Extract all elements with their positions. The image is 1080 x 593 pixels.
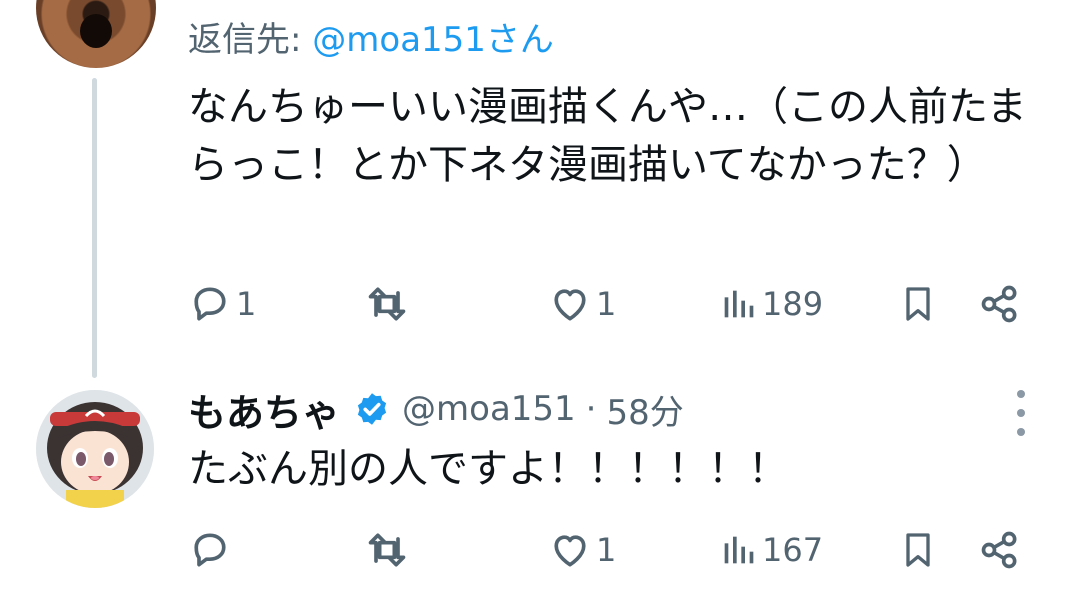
views-button[interactable]: 189 <box>718 278 823 330</box>
like-count: 1 <box>596 531 617 569</box>
heart-icon <box>554 535 586 567</box>
like-count: 1 <box>596 285 617 323</box>
reply-button[interactable] <box>188 524 236 576</box>
reply-icon <box>194 287 226 321</box>
bookmark-button[interactable] <box>898 278 938 330</box>
view-count: 189 <box>762 285 824 323</box>
tweet-actions-bar: 1 1 189 <box>188 278 1038 330</box>
avatar-replying-user[interactable] <box>36 0 156 68</box>
more-options-button[interactable] <box>1008 390 1034 436</box>
more-options-icon-dot <box>1017 409 1025 417</box>
retweet-button[interactable] <box>364 278 414 330</box>
tweet-actions-bar: 1 167 <box>188 524 1038 576</box>
tweet-text: たぶん別の人ですよ！！！！！！ <box>188 446 788 492</box>
like-button[interactable]: 1 <box>548 524 616 576</box>
tweet-timestamp[interactable]: 58分 <box>606 385 683 434</box>
meta-separator: · <box>585 389 597 429</box>
bookmark-icon <box>906 533 930 567</box>
tweet-text: なんちゅーいい漫画描くんや…（この人前たまらっこ！とか下ネタ漫画描いてなかった？… <box>188 84 1027 188</box>
retweet-icon <box>368 533 406 567</box>
reply-icon <box>194 533 226 567</box>
reply-button[interactable]: 1 <box>188 278 256 330</box>
retweet-icon <box>368 287 406 321</box>
retweet-button[interactable] <box>364 524 414 576</box>
author-handle[interactable]: @moa151 <box>402 389 576 429</box>
avatar-author[interactable] <box>36 390 154 508</box>
bookmark-icon <box>906 287 930 321</box>
more-options-icon-dot <box>1017 428 1025 436</box>
verified-badge-icon <box>354 391 390 427</box>
share-icon <box>981 531 1017 569</box>
views-button[interactable]: 167 <box>718 524 823 576</box>
reply-to-prefix: 返信先: <box>188 20 313 60</box>
tweet-author-line: もあちゃ @moa151 · 58分 <box>188 382 684 437</box>
like-button[interactable]: 1 <box>548 278 616 330</box>
bookmark-button[interactable] <box>898 524 938 576</box>
reply-to-line: 返信先: @moa151さん <box>188 12 554 61</box>
view-count: 167 <box>762 531 824 569</box>
anime-character-avatar-image <box>36 390 154 508</box>
heart-icon <box>554 289 586 321</box>
thread-connector-line <box>92 78 97 378</box>
reply-count: 1 <box>236 285 257 323</box>
more-options-icon-dot <box>1017 390 1025 398</box>
share-button[interactable] <box>978 524 1022 576</box>
avatar-detail <box>80 14 112 48</box>
views-icon <box>724 290 754 318</box>
reply-to-handle-link[interactable]: @moa151さん <box>312 20 554 60</box>
author-display-name[interactable]: もあちゃ <box>188 382 340 437</box>
share-icon <box>981 285 1017 323</box>
views-icon <box>724 536 754 564</box>
share-button[interactable] <box>978 278 1022 330</box>
